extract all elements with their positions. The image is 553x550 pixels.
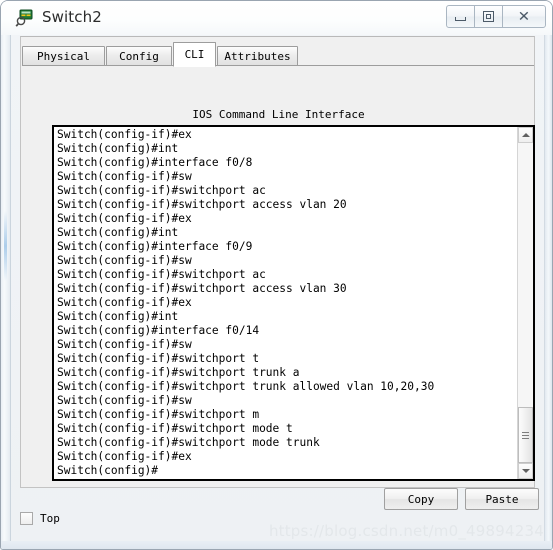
tab-underline bbox=[22, 65, 534, 66]
top-checkbox[interactable] bbox=[20, 511, 33, 525]
screenshot-root: Switch2 ✕ Physical Config CLI Attributes… bbox=[0, 0, 553, 550]
cli-line: Switch(config-if)#switchport access vlan… bbox=[57, 282, 347, 295]
cli-output-text: Switch(config-if)#ex Switch(config)#int Sw… bbox=[57, 128, 512, 478]
tab-attributes-label: Attributes bbox=[224, 49, 291, 63]
cli-line: Switch(config-if)#switchport trunk allow… bbox=[57, 380, 435, 393]
scrollbar-track[interactable] bbox=[518, 143, 533, 463]
cli-line: Switch(config-if)#switchport mode trunk bbox=[57, 436, 320, 449]
scroll-up-button[interactable] bbox=[518, 127, 533, 143]
glass-sheen bbox=[4, 211, 7, 281]
cli-line: Switch(config)#interface f0/8 bbox=[57, 156, 253, 169]
cli-line: Switch(config-if)#ex bbox=[57, 212, 192, 225]
cli-line: Switch(config-if)#ex bbox=[57, 128, 192, 141]
maximize-button[interactable] bbox=[474, 5, 503, 28]
cli-line: Switch(config-if)#ex bbox=[57, 450, 192, 463]
window-left-glass-border bbox=[1, 1, 11, 549]
window-bottom-glass-border bbox=[1, 541, 552, 549]
tab-physical-label: Physical bbox=[37, 49, 90, 63]
minimize-icon bbox=[455, 17, 466, 21]
cli-line: Switch(config-if)#sw bbox=[57, 254, 192, 267]
client-panel: Physical Config CLI Attributes IOS Comma… bbox=[20, 36, 539, 510]
title-bar[interactable]: Switch2 ✕ bbox=[1, 1, 552, 35]
tab-config[interactable]: Config bbox=[106, 46, 172, 66]
cli-line: Switch(config-if)#sw bbox=[57, 394, 192, 407]
restore-icon bbox=[483, 11, 494, 22]
window-controls: ✕ bbox=[446, 5, 546, 28]
minimize-button[interactable] bbox=[446, 5, 475, 28]
switch-device-icon bbox=[15, 8, 35, 28]
tab-bar: Physical Config CLI Attributes bbox=[22, 42, 534, 67]
close-icon: ✕ bbox=[517, 8, 531, 25]
tab-physical[interactable]: Physical bbox=[22, 46, 105, 66]
scroll-down-icon bbox=[521, 469, 530, 473]
scroll-down-button[interactable] bbox=[518, 463, 533, 479]
cli-line: Switch(config-if)#switchport ac bbox=[57, 268, 266, 281]
cli-line: Switch(config-if)#switchport mode t bbox=[57, 422, 293, 435]
cli-line: Switch(config-if)#ex bbox=[57, 296, 192, 309]
cli-line: Switch(config)#int bbox=[57, 142, 179, 155]
cli-line: Switch(config)#int bbox=[57, 310, 179, 323]
cli-terminal[interactable]: Switch(config-if)#ex Switch(config)#int Sw… bbox=[52, 125, 535, 481]
top-checkbox-label: Top bbox=[40, 511, 60, 525]
cli-line: Switch(config)#int bbox=[57, 226, 179, 239]
cli-line: Switch(config-if)#switchport access vlan… bbox=[57, 198, 347, 211]
cli-line: Switch(config-if)#switchport trunk a bbox=[57, 366, 300, 379]
cli-line: Switch(config)# bbox=[57, 464, 159, 477]
cli-line: Switch(config-if)#switchport ac bbox=[57, 184, 266, 197]
scrollbar-grip-icon bbox=[522, 431, 529, 439]
cli-line: Switch(config-if)#switchport m bbox=[57, 408, 260, 421]
scroll-up-icon bbox=[521, 133, 530, 137]
window-right-glass-border bbox=[544, 1, 552, 549]
cli-line: Switch(config-if)#sw bbox=[57, 338, 192, 351]
cli-line: Switch(config-if)#sw bbox=[57, 170, 192, 183]
paste-button-label: Paste bbox=[485, 492, 519, 506]
cli-line: Switch(config)#interface f0/9 bbox=[57, 240, 253, 253]
window-title: Switch2 bbox=[42, 8, 102, 26]
close-button[interactable]: ✕ bbox=[502, 5, 546, 28]
tab-config-label: Config bbox=[119, 49, 159, 63]
cli-header-label: IOS Command Line Interface bbox=[192, 108, 365, 121]
copy-button-label: Copy bbox=[407, 492, 435, 506]
switch-configuration-window: Switch2 ✕ Physical Config CLI Attributes… bbox=[0, 0, 553, 550]
tab-cli-label: CLI bbox=[184, 48, 205, 61]
watermark-text: https://blog.csdn.net/m0_49894234 bbox=[268, 522, 544, 540]
cli-line: Switch(config-if)#switchport t bbox=[57, 352, 260, 365]
cli-line: Switch(config)#interface f0/14 bbox=[57, 324, 260, 337]
terminal-scrollbar[interactable] bbox=[517, 127, 533, 479]
tab-attributes[interactable]: Attributes bbox=[217, 46, 298, 66]
scrollbar-thumb[interactable] bbox=[518, 407, 533, 463]
tab-cli[interactable]: CLI bbox=[173, 42, 216, 67]
